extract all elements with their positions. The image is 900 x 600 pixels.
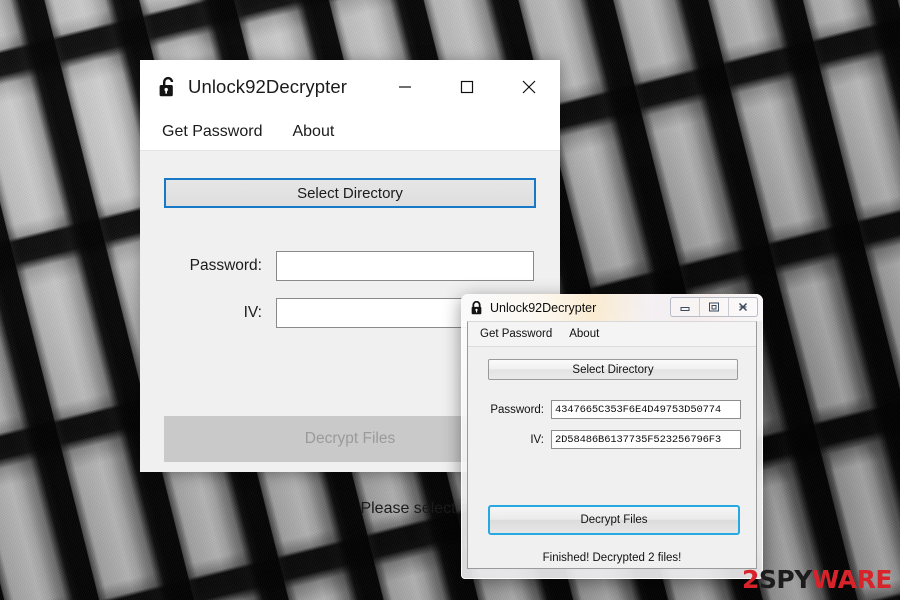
close-button-secondary[interactable] bbox=[729, 298, 757, 316]
secondary-window-client-area: Get Password About Select Directory Pass… bbox=[467, 321, 757, 569]
iv-input-secondary[interactable] bbox=[551, 430, 741, 449]
close-icon bbox=[522, 80, 536, 94]
site-watermark: 2SPYWARE bbox=[742, 567, 892, 592]
main-window-menubar: Get Password About bbox=[140, 114, 560, 151]
secondary-window-menubar: Get Password About bbox=[468, 322, 756, 347]
close-icon bbox=[738, 302, 748, 312]
minimize-icon bbox=[399, 86, 411, 88]
main-window-caption-buttons bbox=[374, 60, 560, 114]
screenshot-root: Unlock92Decrypter Get Password About Sel… bbox=[0, 0, 900, 600]
decrypt-files-button-secondary[interactable]: Decrypt Files bbox=[488, 505, 740, 535]
menu-item-about-secondary[interactable]: About bbox=[569, 328, 599, 340]
open-padlock-icon bbox=[158, 76, 178, 98]
password-label-secondary: Password: bbox=[490, 403, 544, 416]
watermark-part-4: E bbox=[875, 565, 892, 594]
password-field-row-secondary: Password: bbox=[476, 400, 751, 419]
iv-field-row-secondary: IV: bbox=[476, 430, 751, 449]
watermark-part-1: 2 bbox=[742, 565, 759, 594]
restore-icon bbox=[709, 302, 719, 312]
main-window-titlebar[interactable]: Unlock92Decrypter bbox=[140, 60, 560, 114]
secondary-window-titlebar[interactable]: Unlock92Decrypter bbox=[461, 294, 763, 321]
secondary-application-window: Unlock92Decrypter Get Password About Sel… bbox=[461, 294, 763, 579]
iv-label: IV: bbox=[243, 304, 262, 321]
closed-padlock-icon bbox=[470, 300, 483, 315]
minimize-button[interactable] bbox=[374, 60, 436, 114]
main-window-title: Unlock92Decrypter bbox=[188, 76, 348, 97]
maximize-icon bbox=[460, 80, 474, 94]
menu-item-get-password[interactable]: Get Password bbox=[160, 121, 264, 143]
watermark-part-3: WAR bbox=[811, 565, 876, 594]
secondary-window-caption-buttons bbox=[670, 297, 758, 317]
secondary-window-body: Select Directory Password: IV: Decrypt F… bbox=[468, 347, 756, 568]
close-button[interactable] bbox=[498, 60, 560, 114]
password-input-secondary[interactable] bbox=[551, 400, 741, 419]
watermark-part-2: SPY bbox=[758, 565, 812, 594]
secondary-window-title: Unlock92Decrypter bbox=[490, 300, 597, 315]
minimize-icon bbox=[680, 307, 690, 311]
restore-button-secondary[interactable] bbox=[700, 298, 729, 316]
maximize-button[interactable] bbox=[436, 60, 498, 114]
menu-item-about[interactable]: About bbox=[290, 121, 336, 143]
password-label: Password: bbox=[189, 257, 262, 274]
password-input[interactable] bbox=[276, 251, 534, 281]
select-directory-button-secondary[interactable]: Select Directory bbox=[488, 359, 738, 380]
minimize-button-secondary[interactable] bbox=[671, 298, 700, 316]
menu-item-get-password-secondary[interactable]: Get Password bbox=[480, 328, 552, 340]
password-field-row: Password: bbox=[164, 251, 536, 281]
select-directory-button[interactable]: Select Directory bbox=[164, 178, 536, 208]
status-message-secondary: Finished! Decrypted 2 files! bbox=[542, 552, 682, 564]
iv-label-secondary: IV: bbox=[530, 433, 544, 446]
